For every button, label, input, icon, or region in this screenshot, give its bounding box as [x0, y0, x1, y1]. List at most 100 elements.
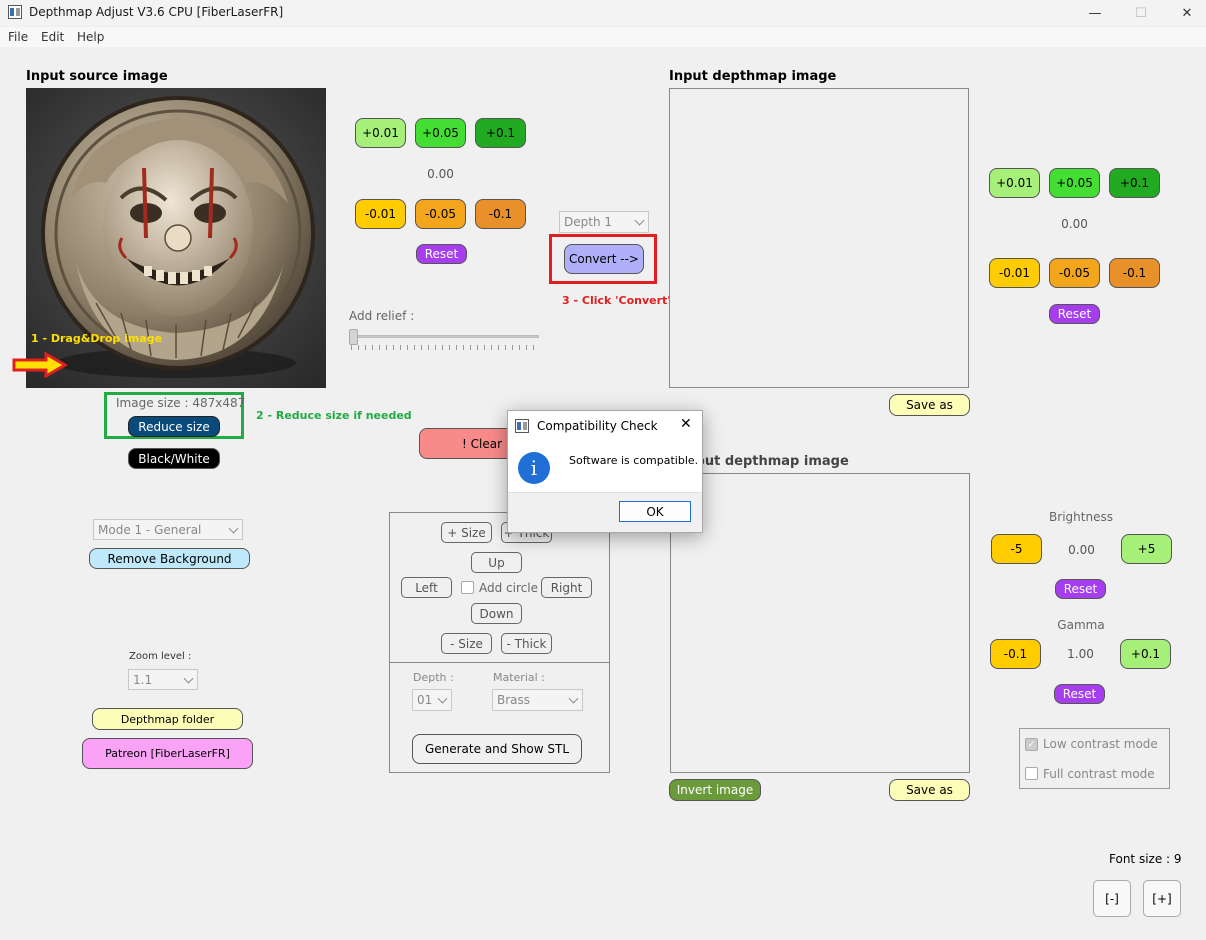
compatibility-dialog: Compatibility Check ✕ i Software is comp…	[507, 410, 703, 533]
plus-01-button[interactable]: +0.1	[475, 118, 526, 148]
plus-005-button-2[interactable]: +0.05	[1049, 168, 1100, 198]
minus-thick-button[interactable]: - Thick	[501, 633, 552, 654]
brightness-plus-button[interactable]: +5	[1121, 534, 1172, 564]
add-relief-slider[interactable]	[349, 328, 541, 352]
convert-button[interactable]: Convert -->	[564, 244, 644, 274]
material-label: Material :	[493, 671, 545, 684]
minus-005-button-2[interactable]: -0.05	[1049, 258, 1100, 288]
menu-bar: File Edit Help	[0, 27, 1206, 47]
add-relief-label: Add relief :	[349, 309, 415, 323]
menu-file[interactable]: File	[8, 30, 28, 44]
black-white-button[interactable]: Black/White	[128, 448, 220, 469]
app-icon	[8, 5, 22, 19]
minus-005-button[interactable]: -0.05	[415, 199, 466, 229]
close-button[interactable]: ✕	[1164, 0, 1206, 26]
adjust-value-2: 0.00	[1061, 217, 1088, 231]
adjust-value: 0.00	[427, 167, 454, 181]
info-icon: i	[518, 452, 550, 484]
drag-drop-hint: 1 - Drag&Drop image	[31, 332, 163, 345]
font-size-label: Font size : 9	[1109, 852, 1182, 866]
slider-ticks	[351, 345, 539, 350]
reset-button[interactable]: Reset	[416, 244, 467, 264]
input-depthmap-title: Input depthmap image	[669, 69, 837, 84]
gamma-minus-button[interactable]: -0.1	[990, 639, 1041, 669]
dialog-message: Software is compatible.	[569, 454, 699, 467]
slider-handle[interactable]	[349, 329, 358, 345]
ok-button[interactable]: OK	[619, 501, 691, 522]
depth-select[interactable]: Depth 1	[559, 211, 649, 233]
full-contrast-label: Full contrast mode	[1043, 767, 1155, 781]
minus-size-button[interactable]: - Size	[441, 633, 492, 654]
gamma-label: Gamma	[1057, 618, 1105, 632]
material-select[interactable]: Brass	[492, 689, 583, 711]
minus-01-button-2[interactable]: -0.1	[1109, 258, 1160, 288]
chevron-down-icon	[183, 673, 194, 684]
down-button[interactable]: Down	[471, 603, 522, 624]
zoom-level-label: Zoom level :	[129, 651, 192, 662]
image-size-label: Image size : 487x487	[116, 396, 246, 410]
plus-001-button[interactable]: +0.01	[355, 118, 406, 148]
minimize-button[interactable]: —	[1072, 0, 1118, 26]
input-depthmap-box[interactable]	[669, 88, 969, 388]
invert-image-button[interactable]: Invert image	[669, 779, 761, 801]
font-minus-button[interactable]: [-]	[1093, 880, 1131, 917]
chevron-down-icon	[568, 693, 579, 704]
minus-01-button[interactable]: -0.1	[475, 199, 526, 229]
chevron-down-icon	[634, 215, 645, 226]
plus-005-button[interactable]: +0.05	[415, 118, 466, 148]
mode-select[interactable]: Mode 1 - General	[93, 519, 243, 540]
window-title: Depthmap Adjust V3.6 CPU [FiberLaserFR]	[29, 5, 284, 19]
dialog-app-icon	[515, 419, 529, 433]
menu-edit[interactable]: Edit	[41, 30, 64, 44]
brightness-reset-button[interactable]: Reset	[1055, 579, 1106, 599]
minus-001-button[interactable]: -0.01	[355, 199, 406, 229]
maximize-button[interactable]: ☐	[1118, 0, 1164, 26]
left-button[interactable]: Left	[401, 577, 452, 598]
chevron-down-icon	[228, 523, 239, 534]
add-circle-checkbox[interactable]	[461, 581, 474, 594]
generate-stl-button[interactable]: Generate and Show STL	[412, 734, 582, 764]
reduce-size-button[interactable]: Reduce size	[128, 416, 220, 437]
reset-button-2[interactable]: Reset	[1049, 304, 1100, 324]
output-depthmap-box[interactable]	[670, 473, 970, 773]
gamma-plus-button[interactable]: +0.1	[1120, 639, 1171, 669]
reduce-size-hint: 2 - Reduce size if needed	[256, 409, 412, 422]
plus-size-button[interactable]: + Size	[441, 522, 492, 543]
remove-background-button[interactable]: Remove Background	[89, 548, 250, 569]
save-as-input-button[interactable]: Save as	[889, 394, 970, 416]
circle-depth-select[interactable]: 01	[412, 689, 452, 711]
patreon-button[interactable]: Patreon [FiberLaserFR]	[82, 738, 253, 769]
depth-select-value: Depth 1	[564, 215, 612, 229]
plus-01-button-2[interactable]: +0.1	[1109, 168, 1160, 198]
save-as-output-button[interactable]: Save as	[889, 779, 970, 801]
dialog-title: Compatibility Check	[537, 419, 658, 433]
zoom-level-select[interactable]: 1.1	[128, 669, 198, 690]
brightness-label: Brightness	[1049, 510, 1113, 524]
right-button[interactable]: Right	[541, 577, 592, 598]
circle-depth-value: 01	[417, 693, 433, 707]
gamma-value: 1.00	[1067, 647, 1094, 661]
convert-hint: 3 - Click 'Convert'	[562, 294, 671, 307]
low-contrast-label: Low contrast mode	[1043, 737, 1158, 751]
title-bar: Depthmap Adjust V3.6 CPU [FiberLaserFR] …	[0, 0, 1206, 26]
brightness-value: 0.00	[1068, 543, 1095, 557]
zoom-level-value: 1.1	[133, 672, 153, 687]
dialog-close-icon[interactable]: ✕	[680, 416, 692, 432]
add-circle-label: Add circle	[479, 581, 538, 595]
plus-001-button-2[interactable]: +0.01	[989, 168, 1040, 198]
up-button[interactable]: Up	[471, 552, 522, 573]
input-source-title: Input source image	[26, 69, 168, 84]
low-contrast-checkbox[interactable]: ✓	[1025, 738, 1038, 751]
slider-track	[351, 335, 539, 338]
gamma-reset-button[interactable]: Reset	[1054, 684, 1105, 704]
minus-001-button-2[interactable]: -0.01	[989, 258, 1040, 288]
brightness-minus-button[interactable]: -5	[991, 534, 1042, 564]
depth-label: Depth :	[413, 671, 454, 684]
full-contrast-checkbox[interactable]	[1025, 767, 1038, 780]
material-value: Brass	[497, 693, 531, 707]
menu-help[interactable]: Help	[77, 30, 104, 44]
chevron-down-icon	[437, 693, 448, 704]
arrow-right-icon	[12, 352, 68, 378]
font-plus-button[interactable]: [+]	[1143, 880, 1181, 917]
depthmap-folder-button[interactable]: Depthmap folder	[92, 708, 243, 730]
